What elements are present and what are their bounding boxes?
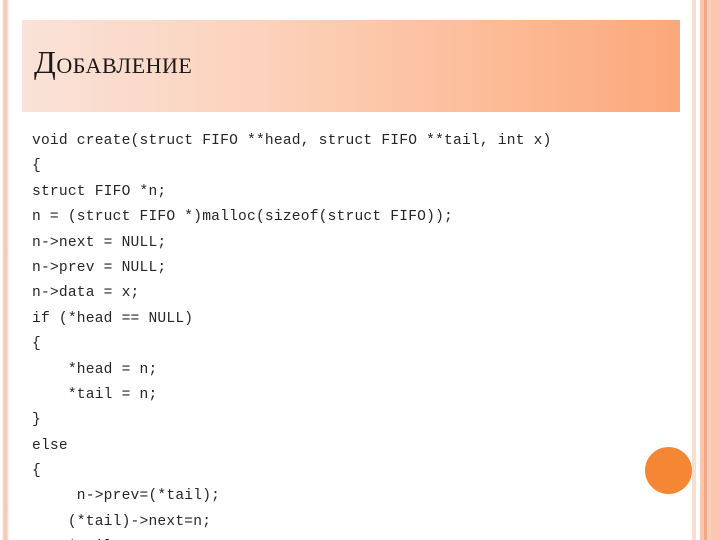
code-line: { bbox=[32, 336, 41, 353]
slide-title: Добавление bbox=[34, 44, 193, 80]
code-line: n->prev = NULL; bbox=[32, 259, 167, 276]
code-line: n->data = x; bbox=[32, 285, 140, 302]
code-line: else bbox=[32, 437, 68, 454]
left-border-decoration bbox=[2, 0, 9, 540]
code-line: if (*head == NULL) bbox=[32, 310, 194, 327]
code-line: { bbox=[32, 158, 41, 175]
code-line: void create(struct FIFO **head, struct F… bbox=[32, 133, 552, 149]
code-block: void create(struct FIFO **head, struct F… bbox=[32, 129, 682, 540]
accent-circle-icon bbox=[645, 447, 692, 494]
code-line: *tail=n; bbox=[32, 535, 682, 540]
code-line: *head = n; bbox=[32, 361, 158, 378]
slide-title-bar: Добавление bbox=[22, 20, 680, 112]
right-border-decoration bbox=[690, 0, 720, 540]
code-line: *tail = n; bbox=[32, 386, 158, 403]
code-line: (*tail)->next=n; bbox=[32, 513, 212, 530]
code-line: n = (struct FIFO *)malloc(sizeof(struct … bbox=[32, 209, 454, 226]
code-line: } bbox=[32, 412, 41, 429]
presentation-slide: Добавление void create(struct FIFO **hea… bbox=[0, 0, 720, 540]
border-stripe-1 bbox=[692, 0, 696, 540]
code-line: n->prev=(*tail); bbox=[32, 488, 221, 505]
code-line: struct FIFO *n; bbox=[32, 183, 167, 200]
border-stripe-5 bbox=[711, 0, 720, 540]
code-line: { bbox=[32, 463, 41, 480]
code-line: n->next = NULL; bbox=[32, 234, 167, 251]
